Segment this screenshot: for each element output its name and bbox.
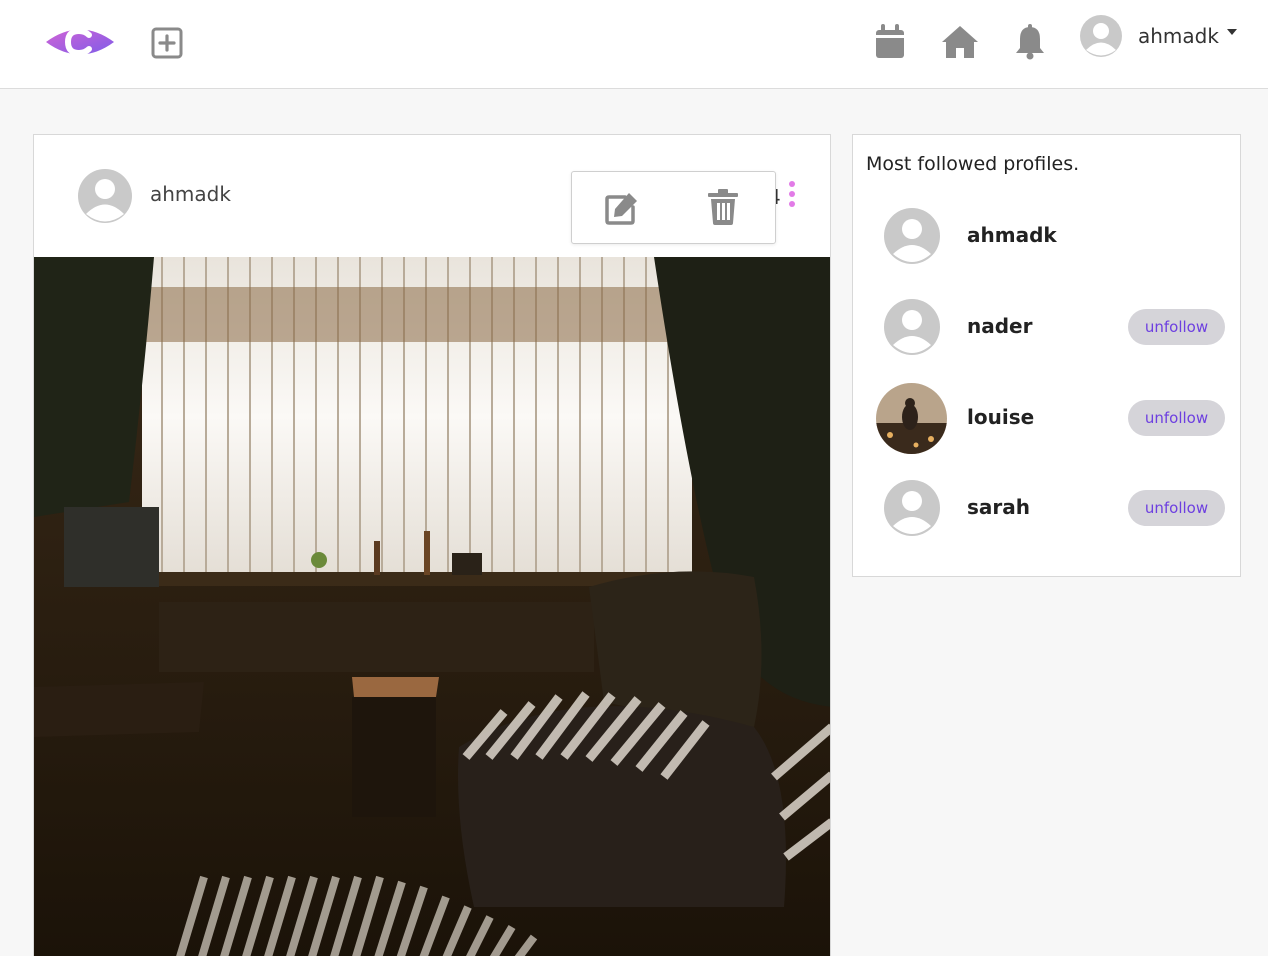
- profile-name[interactable]: sarah: [967, 495, 1030, 519]
- bell-icon[interactable]: [1014, 24, 1046, 60]
- top-navbar: ahmadk: [0, 0, 1268, 89]
- profile-avatar[interactable]: [884, 299, 940, 355]
- unfollow-button[interactable]: unfollow: [1128, 309, 1225, 345]
- unfollow-button[interactable]: unfollow: [1128, 490, 1225, 526]
- post-header: ahmadk 4: [34, 135, 830, 257]
- nav-username: ahmadk: [1138, 24, 1219, 48]
- caret-down-icon: [1226, 29, 1237, 35]
- trash-icon[interactable]: [708, 189, 738, 225]
- profile-name[interactable]: louise: [967, 405, 1034, 429]
- profile-avatar[interactable]: [884, 480, 940, 536]
- profile-name[interactable]: ahmadk: [967, 223, 1057, 247]
- post-card: ahmadk 4: [33, 134, 831, 956]
- post-options-menu: [571, 171, 776, 244]
- profile-avatar[interactable]: [884, 208, 940, 264]
- profile-row-ahmadk: ahmadk: [853, 199, 1240, 271]
- add-post-icon[interactable]: [151, 27, 183, 59]
- logo-eye-icon[interactable]: [44, 23, 116, 61]
- profile-row-nader: nader unfollow: [853, 290, 1240, 362]
- home-icon[interactable]: [940, 24, 980, 60]
- most-followed-title: Most followed profiles.: [866, 153, 1080, 175]
- most-followed-card: Most followed profiles. ahmadk nader unf…: [852, 134, 1241, 577]
- edit-icon[interactable]: [605, 189, 641, 225]
- profile-name[interactable]: nader: [967, 314, 1032, 338]
- profile-avatar-photo[interactable]: [876, 383, 947, 454]
- post-options-kebab-icon[interactable]: [786, 181, 798, 211]
- profile-row-sarah: sarah unfollow: [853, 471, 1240, 543]
- calendar-icon[interactable]: [874, 24, 906, 60]
- profile-row-louise: louise unfollow: [853, 381, 1240, 454]
- user-menu-dropdown[interactable]: ahmadk: [1080, 14, 1237, 58]
- post-author-name[interactable]: ahmadk: [150, 182, 231, 206]
- user-avatar-icon: [1080, 15, 1122, 57]
- unfollow-button[interactable]: unfollow: [1128, 400, 1225, 436]
- post-author-avatar[interactable]: [78, 169, 132, 223]
- post-image[interactable]: [34, 257, 831, 956]
